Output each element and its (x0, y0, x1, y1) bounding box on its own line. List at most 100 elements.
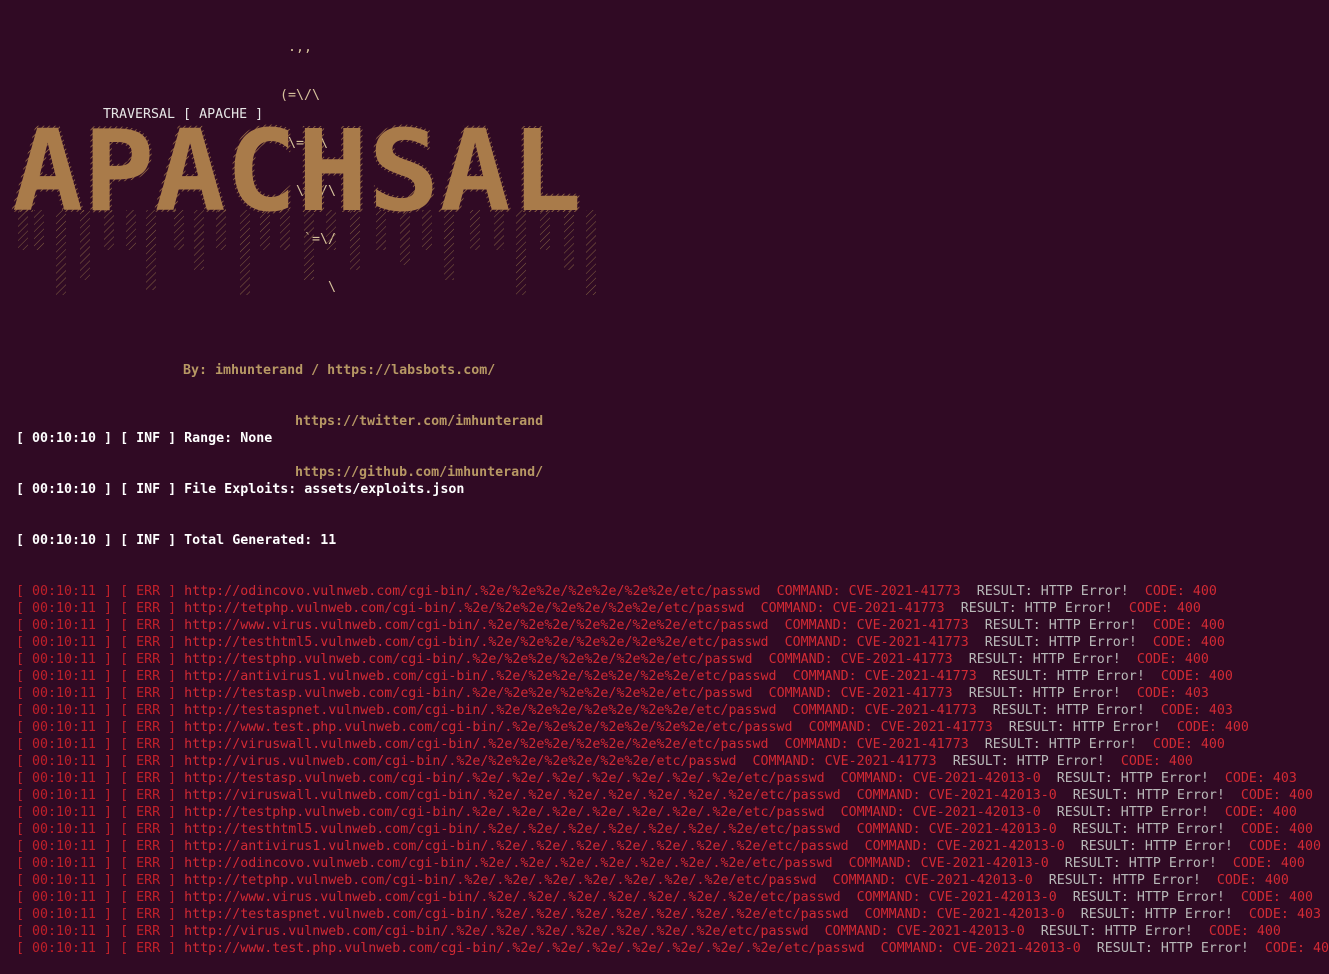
command-label: COMMAND: CVE-2021-41773 (752, 754, 937, 769)
info-line: [ 00:10:10 ] [ INF ] Total Generated: 11 (16, 533, 337, 548)
error-timestamp: [ 00:10:11 ] (16, 788, 113, 803)
status-code: CODE: 400 (1240, 822, 1313, 837)
error-level: [ ERR ] (120, 907, 177, 922)
status-code: CODE: 400 (1208, 924, 1281, 939)
error-line: [ 00:10:11 ] [ ERR ] http://testhtml5.vu… (16, 821, 1329, 838)
error-line: [ 00:10:11 ] [ ERR ] http://www.test.php… (16, 719, 1329, 736)
status-code: CODE: 400 (1144, 584, 1217, 599)
target-url: http://odincovo.vulnweb.com/cgi-bin/.%2e… (184, 584, 761, 599)
error-line: [ 00:10:11 ] [ ERR ] http://testphp.vuln… (16, 804, 1329, 821)
command-label: COMMAND: CVE-2021-42013-0 (864, 839, 1065, 854)
target-url: http://testaspnet.vulnweb.com/cgi-bin/.%… (184, 703, 777, 718)
target-url: http://viruswall.vulnweb.com/cgi-bin/.%2… (184, 737, 769, 752)
command-label: COMMAND: CVE-2021-41773 (792, 669, 977, 684)
error-line: [ 00:10:11 ] [ ERR ] http://testphp.vuln… (16, 651, 1329, 668)
error-timestamp: [ 00:10:11 ] (16, 890, 113, 905)
status-code: CODE: 403 (1224, 771, 1297, 786)
error-timestamp: [ 00:10:11 ] (16, 754, 113, 769)
error-timestamp: [ 00:10:11 ] (16, 601, 113, 616)
error-line: [ 00:10:11 ] [ ERR ] http://testhtml5.vu… (16, 634, 1329, 651)
status-code: CODE: 400 (1240, 890, 1313, 905)
error-line: [ 00:10:11 ] [ ERR ] http://testasp.vuln… (16, 770, 1329, 787)
error-level: [ ERR ] (120, 737, 177, 752)
error-timestamp: [ 00:10:11 ] (16, 686, 113, 701)
info-line: [ 00:10:10 ] [ INF ] File Exploits: asse… (16, 482, 465, 497)
error-timestamp: [ 00:10:11 ] (16, 720, 113, 735)
error-level: [ ERR ] (120, 720, 177, 735)
credits-by-line: By: imhunterand / https://labsbots.com/ (183, 363, 496, 378)
apachsal-logo: APACHSAL (10, 120, 596, 295)
status-code: CODE: 400 (1120, 754, 1193, 769)
error-timestamp: [ 00:10:11 ] (16, 771, 113, 786)
error-timestamp: [ 00:10:11 ] (16, 924, 113, 939)
target-url: http://www.test.php.vulnweb.com/cgi-bin/… (184, 720, 793, 735)
target-url: http://virus.vulnweb.com/cgi-bin/.%2e/%2… (184, 754, 737, 769)
error-timestamp: [ 00:10:11 ] (16, 635, 113, 650)
target-url: http://antivirus1.vulnweb.com/cgi-bin/.%… (184, 839, 849, 854)
error-line: [ 00:10:11 ] [ ERR ] http://viruswall.vu… (16, 736, 1329, 753)
target-url: http://testphp.vulnweb.com/cgi-bin/.%2e/… (184, 652, 753, 667)
status-code: CODE: 400 (1176, 720, 1249, 735)
result-label: RESULT: HTTP Error! (984, 635, 1137, 650)
error-level: [ ERR ] (120, 856, 177, 871)
error-level: [ ERR ] (120, 924, 177, 939)
result-label: RESULT: HTTP Error! (976, 584, 1129, 599)
error-level: [ ERR ] (120, 601, 177, 616)
command-label: COMMAND: CVE-2021-42013-0 (840, 805, 1041, 820)
error-timestamp: [ 00:10:11 ] (16, 618, 113, 633)
target-url: http://virus.vulnweb.com/cgi-bin/.%2e/.%… (184, 924, 809, 939)
error-line: [ 00:10:11 ] [ ERR ] http://testasp.vuln… (16, 685, 1329, 702)
error-timestamp: [ 00:10:11 ] (16, 703, 113, 718)
error-timestamp: [ 00:10:11 ] (16, 856, 113, 871)
target-url: http://odincovo.vulnweb.com/cgi-bin/.%2e… (184, 856, 833, 871)
error-timestamp: [ 00:10:11 ] (16, 873, 113, 888)
command-label: COMMAND: CVE-2021-41773 (768, 686, 953, 701)
info-line: [ 00:10:10 ] [ INF ] Range: None (16, 431, 273, 446)
result-label: RESULT: HTTP Error! (1048, 873, 1201, 888)
error-level: [ ERR ] (120, 584, 177, 599)
status-code: CODE: 400 (1216, 873, 1289, 888)
result-label: RESULT: HTTP Error! (992, 669, 1145, 684)
error-line: [ 00:10:11 ] [ ERR ] http://antivirus1.v… (16, 838, 1329, 855)
command-label: COMMAND: CVE-2021-41773 (792, 703, 977, 718)
error-level: [ ERR ] (120, 839, 177, 854)
error-timestamp: [ 00:10:11 ] (16, 907, 113, 922)
result-label: RESULT: HTTP Error! (1072, 788, 1225, 803)
status-code: CODE: 400 (1160, 669, 1233, 684)
command-label: COMMAND: CVE-2021-41773 (776, 584, 961, 599)
command-label: COMMAND: CVE-2021-41773 (784, 635, 969, 650)
result-label: RESULT: HTTP Error! (960, 601, 1113, 616)
target-url: http://tetphp.vulnweb.com/cgi-bin/.%2e/%… (184, 601, 745, 616)
result-label: RESULT: HTTP Error! (1056, 805, 1209, 820)
status-code: CODE: 400 (1152, 635, 1225, 650)
target-url: http://tetphp.vulnweb.com/cgi-bin/.%2e/.… (184, 873, 817, 888)
error-line: [ 00:10:11 ] [ ERR ] http://tetphp.vulnw… (16, 600, 1329, 617)
status-code: CODE: 400 (1232, 856, 1305, 871)
target-url: http://testasp.vulnweb.com/cgi-bin/.%2e/… (184, 771, 825, 786)
error-timestamp: [ 00:10:11 ] (16, 584, 113, 599)
status-code: CODE: 400 (1136, 652, 1209, 667)
error-timestamp: [ 00:10:11 ] (16, 839, 113, 854)
error-level: [ ERR ] (120, 754, 177, 769)
ascii-art-line: (=\/\ (280, 88, 321, 103)
command-label: COMMAND: CVE-2021-42013-0 (856, 890, 1057, 905)
command-label: COMMAND: CVE-2021-42013-0 (832, 873, 1033, 888)
logo-text: APACHSAL (12, 120, 582, 237)
target-url: http://testphp.vulnweb.com/cgi-bin/.%2e/… (184, 805, 825, 820)
status-code: CODE: 400 (1152, 737, 1225, 752)
target-url: http://testaspnet.vulnweb.com/cgi-bin/.%… (184, 907, 849, 922)
error-level: [ ERR ] (120, 771, 177, 786)
error-line: [ 00:10:11 ] [ ERR ] http://testaspnet.v… (16, 906, 1329, 923)
command-label: COMMAND: CVE-2021-42013-0 (864, 907, 1065, 922)
error-level: [ ERR ] (120, 873, 177, 888)
error-level: [ ERR ] (120, 618, 177, 633)
command-label: COMMAND: CVE-2021-41773 (768, 652, 953, 667)
target-url: http://www.virus.vulnweb.com/cgi-bin/.%2… (184, 890, 841, 905)
command-label: COMMAND: CVE-2021-41773 (808, 720, 993, 735)
status-code: CODE: 403 (1248, 907, 1321, 922)
error-level: [ ERR ] (120, 788, 177, 803)
error-line: [ 00:10:11 ] [ ERR ] http://odincovo.vul… (16, 855, 1329, 872)
status-code: CODE: 400 (1240, 788, 1313, 803)
error-line: [ 00:10:11 ] [ ERR ] http://tetphp.vulnw… (16, 872, 1329, 889)
error-level: [ ERR ] (120, 890, 177, 905)
